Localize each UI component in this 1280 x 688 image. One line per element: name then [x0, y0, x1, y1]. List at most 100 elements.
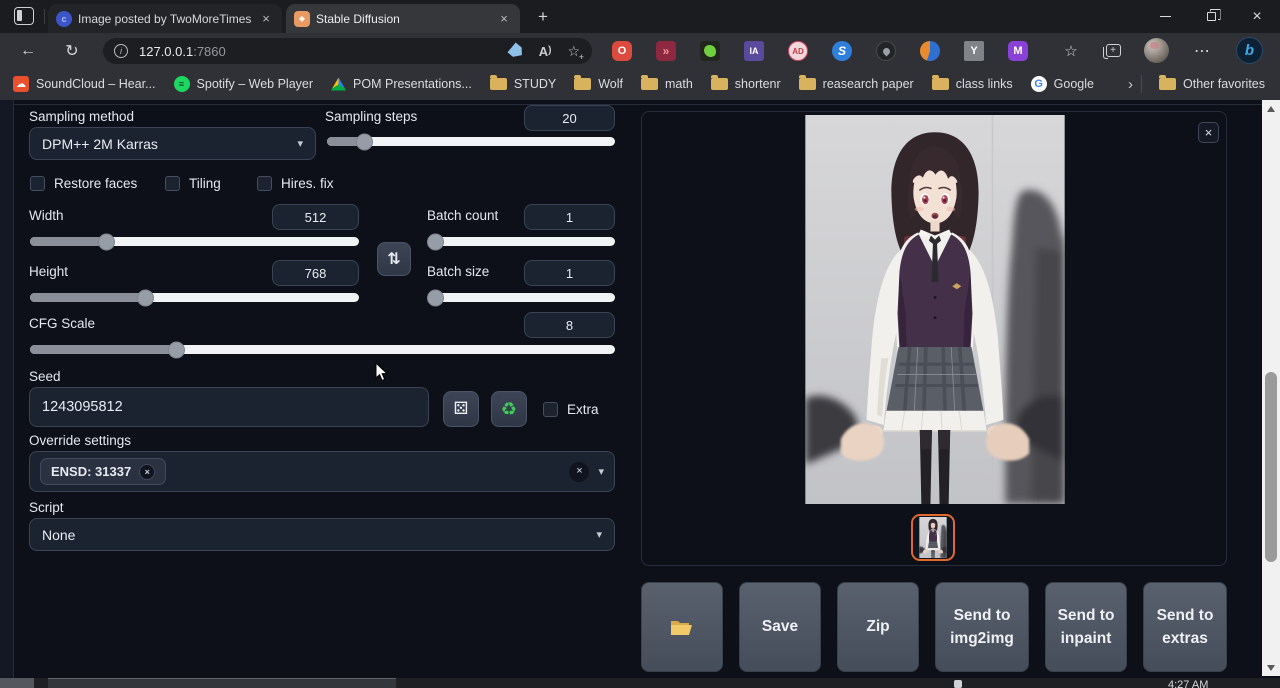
height-slider[interactable]	[30, 293, 359, 302]
url-text[interactable]: 127.0.0.1:7860	[139, 44, 226, 59]
ext-shazam-icon[interactable]: S	[832, 41, 852, 61]
tab-close-icon[interactable]: ×	[496, 11, 512, 27]
site-info-icon[interactable]: i	[114, 44, 128, 58]
bookmark-folder-shortenr[interactable]: shortenr	[702, 77, 790, 91]
ext-pin-icon[interactable]	[876, 41, 896, 61]
sampling-method-dropdown[interactable]: DPM++ 2M Karras▾	[29, 127, 316, 160]
more-menu-icon[interactable]: ⋯	[1188, 33, 1216, 68]
favorites-star-icon[interactable]: ☆	[1058, 33, 1084, 68]
cfg-scale-input[interactable]: 8	[524, 312, 615, 338]
slider-knob[interactable]	[427, 233, 444, 250]
address-bar[interactable]: i 127.0.0.1:7860 A) ☆+	[103, 38, 592, 64]
batch-count-input[interactable]: 1	[524, 204, 615, 230]
swap-icon: ⇅	[387, 249, 400, 269]
sampling-steps-input[interactable]: 20	[524, 105, 615, 131]
bookmark-folder-math[interactable]: math	[632, 77, 702, 91]
ext-forward-icon[interactable]: »	[656, 41, 676, 61]
hires-fix-checkbox[interactable]: Hires. fix	[257, 176, 334, 191]
height-input[interactable]: 768	[272, 260, 359, 286]
tray-icon[interactable]	[954, 680, 962, 688]
restore-button[interactable]	[1188, 0, 1234, 33]
seed-input[interactable]: 1243095812	[29, 387, 429, 427]
other-favorites[interactable]: Other favorites	[1150, 77, 1274, 91]
read-aloud-icon[interactable]: A)	[539, 44, 552, 59]
scroll-up-arrow[interactable]	[1262, 100, 1280, 117]
taskbar-search-sliver[interactable]	[48, 678, 396, 688]
slider-knob[interactable]	[137, 289, 154, 306]
send-to-inpaint-button[interactable]: Send to inpaint	[1045, 582, 1127, 672]
bookmark-soundcloud[interactable]: ☁SoundCloud – Hear...	[4, 76, 165, 92]
swap-dimensions-button[interactable]: ⇅	[377, 242, 411, 276]
bookmark-spotify[interactable]: ≡Spotify – Web Player	[165, 76, 323, 92]
refresh-icon[interactable]: ↻	[58, 33, 86, 68]
windows-taskbar-sliver[interactable]: 4:27 AM	[0, 678, 1280, 688]
reuse-seed-button[interactable]: ♻	[491, 391, 527, 427]
bookmark-folder-classlinks[interactable]: class links	[923, 77, 1022, 91]
chevron-down-icon[interactable]: ▾	[598, 465, 604, 478]
add-favorite-icon[interactable]: ☆+	[567, 43, 580, 60]
bookmark-folder-study[interactable]: STUDY	[481, 77, 565, 91]
sampling-steps-slider[interactable]	[327, 137, 615, 146]
new-tab-button[interactable]: +	[530, 6, 556, 28]
bookmark-google[interactable]: GGoogle	[1022, 76, 1103, 92]
close-preview-button[interactable]: ×	[1198, 122, 1219, 143]
restore-faces-checkbox[interactable]: Restore faces	[30, 176, 137, 191]
random-seed-button[interactable]: ⚄	[443, 391, 479, 427]
bookmarks-overflow-icon[interactable]: ›	[1128, 76, 1133, 93]
collections-icon[interactable]: +	[1100, 33, 1126, 68]
profile-avatar[interactable]	[1144, 38, 1169, 63]
tab-actions-menu-icon[interactable]	[14, 7, 34, 25]
start-button-sliver[interactable]	[0, 678, 34, 688]
bookmark-folder-research[interactable]: reasearch paper	[790, 77, 923, 91]
mouse-cursor	[375, 362, 389, 382]
ext-ia-icon[interactable]: IA	[744, 41, 764, 61]
batch-size-slider[interactable]	[429, 293, 615, 302]
bing-chat-icon[interactable]: b	[1236, 37, 1263, 64]
zip-button[interactable]: Zip	[837, 582, 919, 672]
tab-favicon-icon: ◆	[294, 11, 310, 27]
width-slider[interactable]	[30, 237, 359, 246]
extra-seed-checkbox[interactable]: Extra	[543, 402, 599, 417]
close-window-button[interactable]: ×	[1234, 0, 1280, 33]
tab-image-posted[interactable]: c Image posted by TwoMoreTimes ×	[48, 4, 282, 33]
vertical-scrollbar[interactable]	[1262, 100, 1280, 676]
send-to-img2img-button[interactable]: Send to img2img	[935, 582, 1029, 672]
shopping-tag-icon[interactable]	[507, 42, 525, 60]
tiling-checkbox[interactable]: Tiling	[165, 176, 221, 191]
slider-knob[interactable]	[356, 133, 373, 150]
save-button[interactable]: Save	[739, 582, 821, 672]
tab-close-icon[interactable]: ×	[258, 11, 274, 27]
width-input[interactable]: 512	[272, 204, 359, 230]
slider-knob[interactable]	[98, 233, 115, 250]
ext-monster-icon[interactable]	[700, 41, 720, 61]
back-icon[interactable]: ←	[14, 33, 42, 68]
script-dropdown[interactable]: None▾	[29, 518, 615, 551]
slider-knob[interactable]	[168, 341, 185, 358]
generated-image[interactable]	[805, 115, 1065, 504]
bookmark-pom[interactable]: POM Presentations...	[322, 77, 481, 91]
bookmark-folder-wolf[interactable]: Wolf	[565, 77, 632, 91]
minimize-button[interactable]	[1142, 0, 1188, 33]
ext-ad-icon[interactable]: AD	[788, 41, 808, 61]
cfg-scale-slider[interactable]	[30, 345, 615, 354]
ext-m-icon[interactable]: M	[1008, 41, 1028, 61]
browser-window: c Image posted by TwoMoreTimes × ◆ Stabl…	[0, 0, 1280, 688]
scrollbar-thumb[interactable]	[1265, 372, 1277, 562]
chip-close-icon[interactable]: ×	[139, 464, 155, 480]
gallery-thumbnail-selected[interactable]	[911, 514, 955, 561]
clear-all-icon[interactable]: ×	[569, 462, 589, 482]
override-settings-box[interactable]: ENSD: 31337× × ▾	[29, 451, 615, 492]
ext-globe-icon[interactable]	[920, 41, 940, 61]
scroll-down-arrow[interactable]	[1262, 659, 1280, 676]
send-to-extras-button[interactable]: Send to extras	[1143, 582, 1227, 672]
open-folder-button[interactable]	[641, 582, 723, 672]
ext-o-icon[interactable]: O	[612, 41, 632, 61]
tab-stable-diffusion[interactable]: ◆ Stable Diffusion ×	[286, 4, 520, 33]
batch-size-input[interactable]: 1	[524, 260, 615, 286]
ext-y-icon[interactable]: Y	[964, 41, 984, 61]
override-chip[interactable]: ENSD: 31337×	[40, 458, 166, 485]
chevron-down-icon: ▾	[596, 528, 602, 541]
slider-knob[interactable]	[427, 289, 444, 306]
tab-favicon-icon: c	[56, 11, 72, 27]
batch-count-slider[interactable]	[429, 237, 615, 246]
